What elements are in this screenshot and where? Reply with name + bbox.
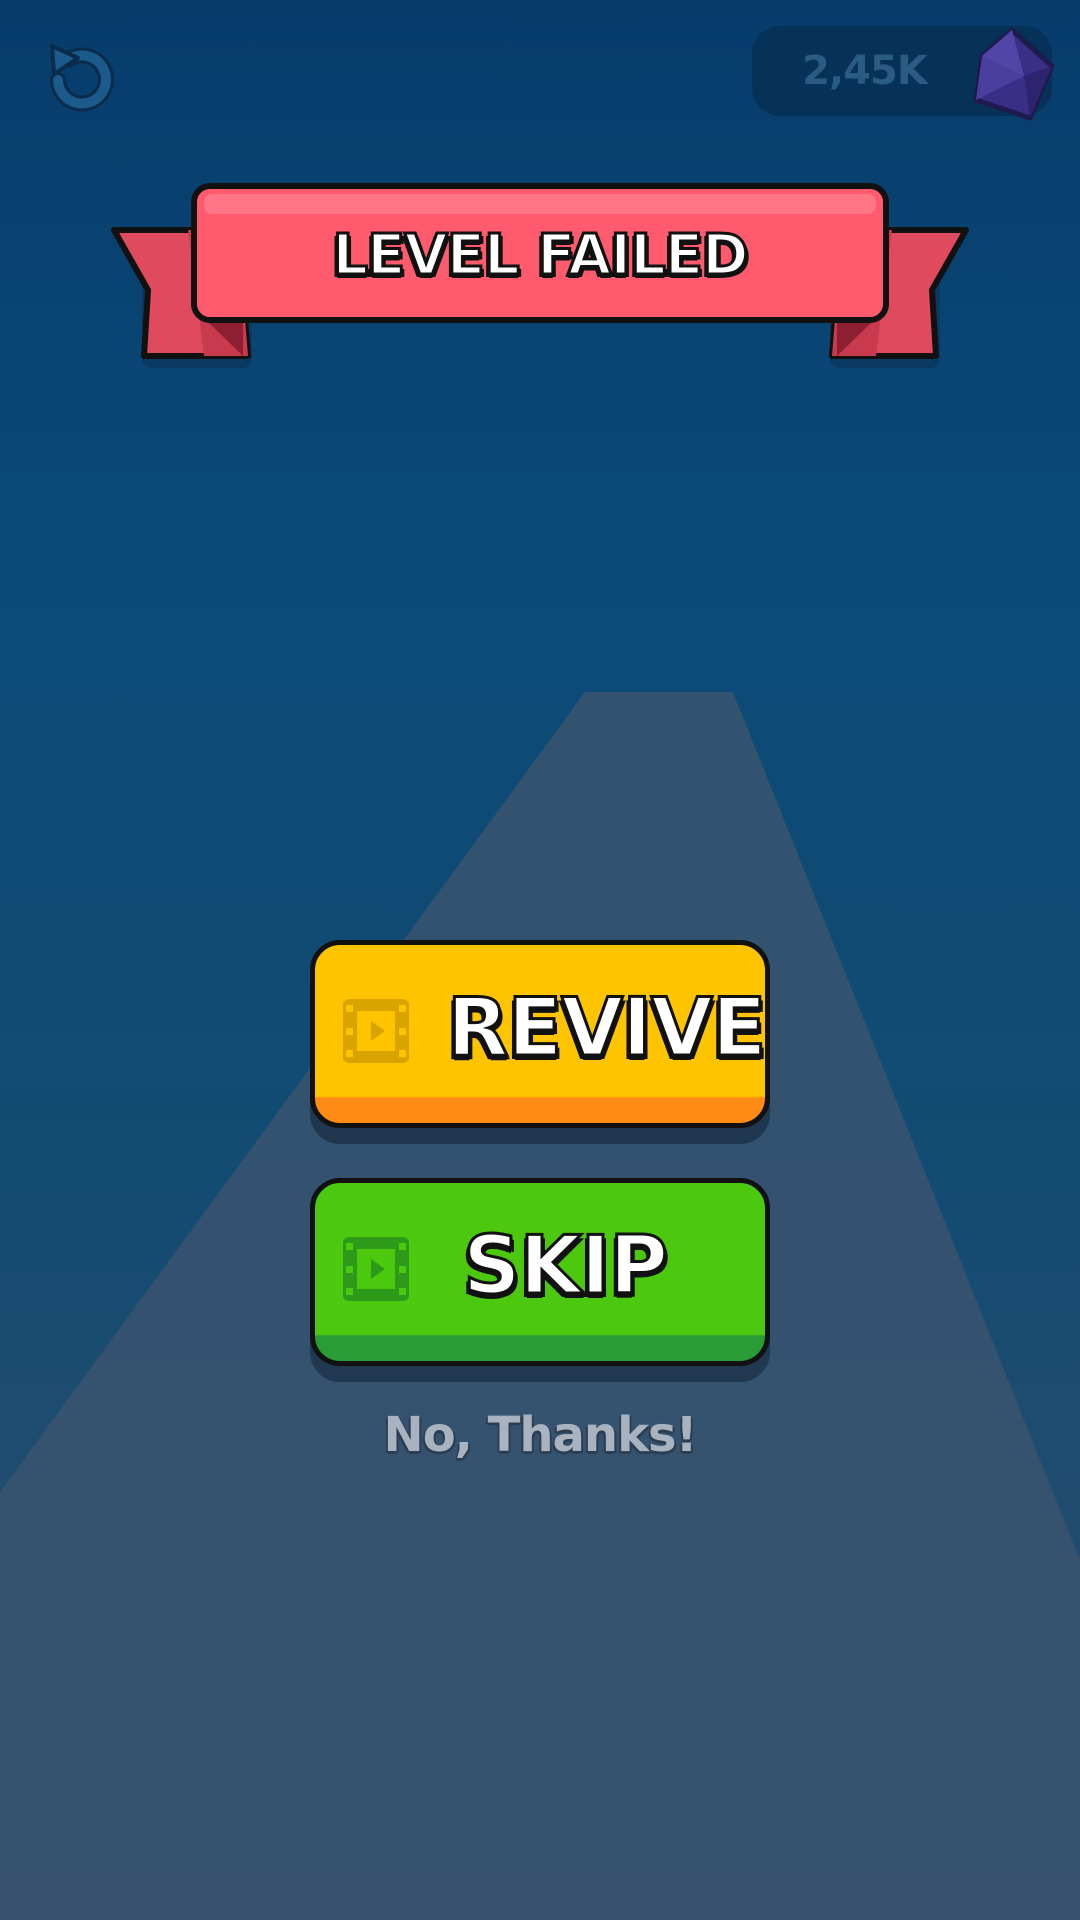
page-title: LEVEL FAILED <box>331 221 750 289</box>
no-thanks-link[interactable]: No, Thanks! <box>340 1400 740 1470</box>
film-ad-icon <box>343 1237 409 1301</box>
revive-button[interactable]: REVIVE <box>310 940 770 1128</box>
currency-counter: 2,45K <box>752 26 1055 121</box>
gem-icon <box>973 27 1055 121</box>
film-ad-icon <box>343 999 409 1063</box>
revive-button-label: REVIVE <box>446 980 768 1076</box>
skip-button[interactable]: SKIP <box>310 1178 770 1366</box>
skip-button-label: SKIP <box>461 1218 669 1314</box>
restart-icon[interactable] <box>38 38 122 122</box>
currency-amount: 2,45K <box>802 48 928 94</box>
